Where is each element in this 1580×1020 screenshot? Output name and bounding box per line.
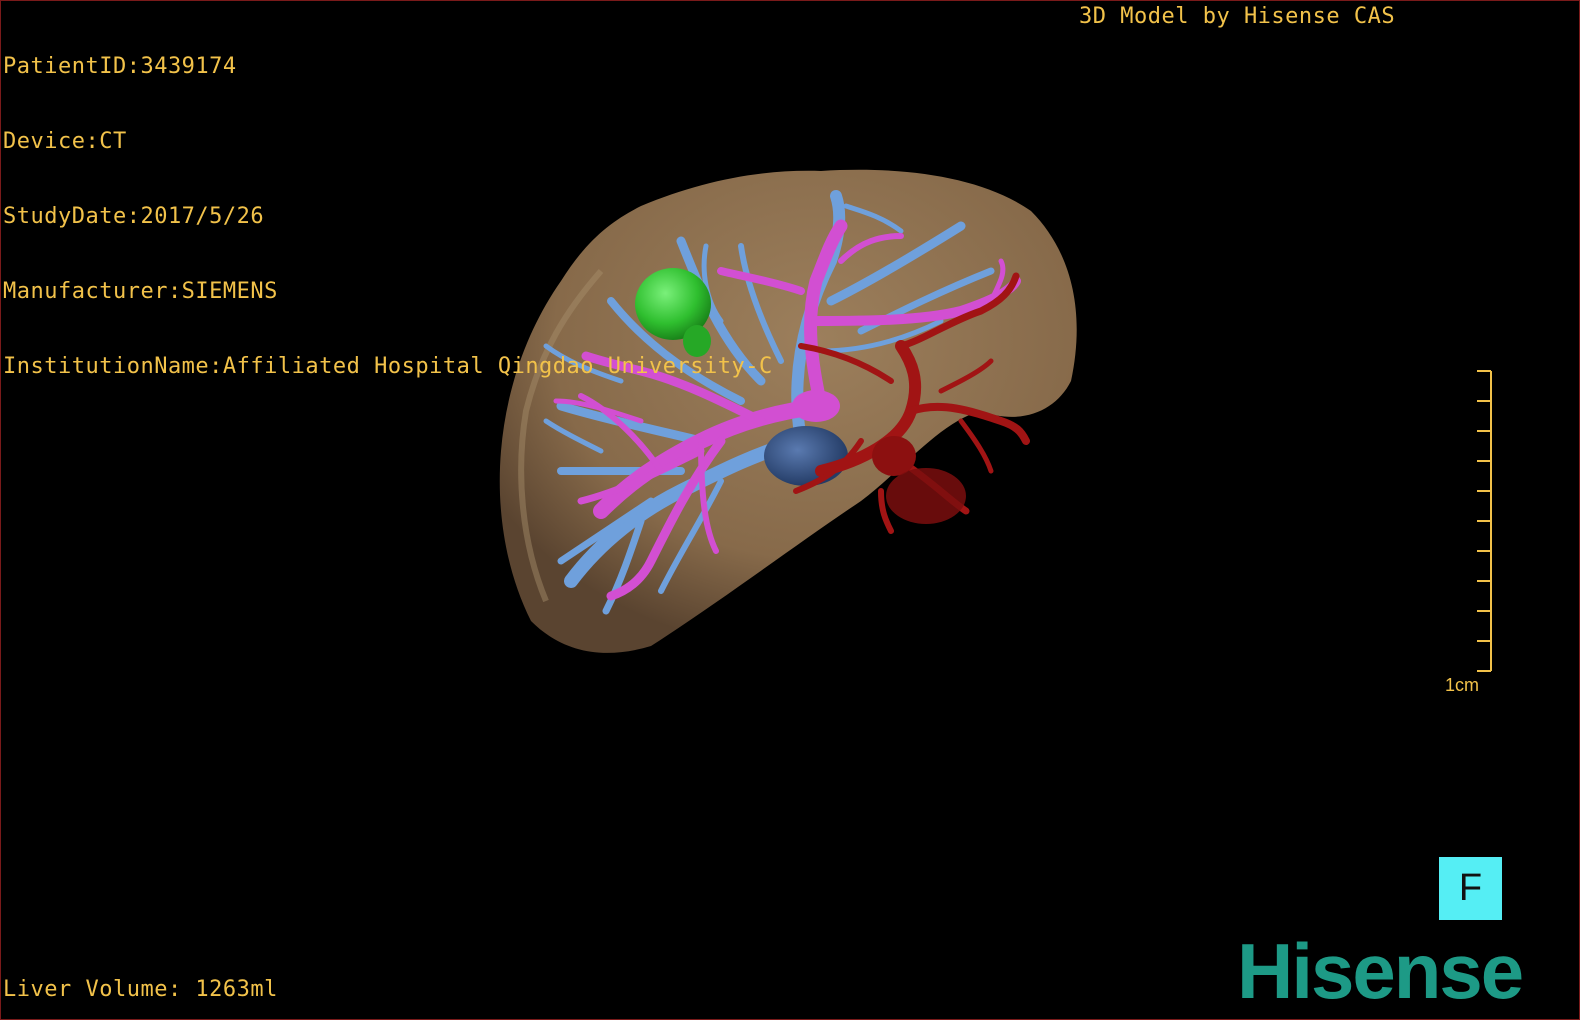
- model-credit-text: 3D Model by Hisense CAS: [1079, 4, 1396, 29]
- institution-text: InstitutionName:Affiliated Hospital Qing…: [3, 354, 773, 379]
- liver-volume-text: Liver Volume: 1263ml: [3, 977, 278, 1002]
- orientation-button[interactable]: F: [1439, 857, 1502, 920]
- 3d-viewport[interactable]: PatientID:3439174 Device:CT StudyDate:20…: [0, 0, 1580, 1020]
- aorta-segment: [872, 436, 916, 476]
- orientation-label: F: [1458, 867, 1483, 909]
- scale-bar: [1477, 370, 1492, 672]
- dicom-info-block: PatientID:3439174 Device:CT StudyDate:20…: [3, 4, 773, 429]
- arterial-plexus: [886, 468, 966, 524]
- hisense-logo: Hisense: [1237, 931, 1524, 1011]
- inferior-vena-cava: [764, 426, 848, 486]
- device-text: Device:CT: [3, 129, 127, 154]
- hepatic-vein-confluence: [792, 390, 840, 422]
- manufacturer-text: Manufacturer:SIEMENS: [3, 279, 278, 304]
- scale-label: 1cm: [1445, 675, 1480, 695]
- patient-id-text: PatientID:3439174: [3, 54, 237, 79]
- hisense-logo-text: Hisense: [1237, 927, 1524, 1015]
- study-date-text: StudyDate:2017/5/26: [3, 204, 265, 229]
